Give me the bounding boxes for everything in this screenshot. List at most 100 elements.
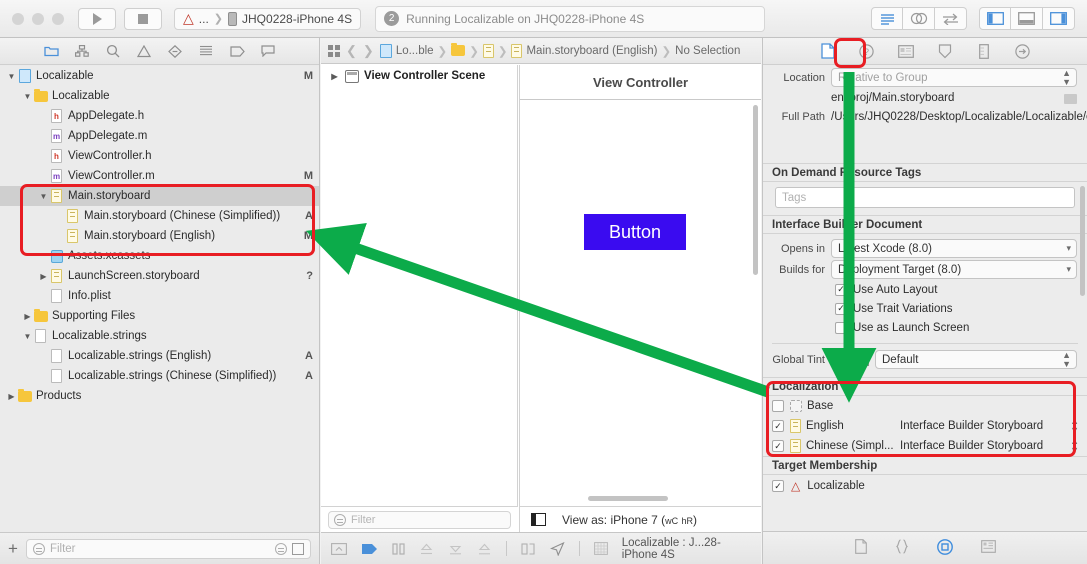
stepper-arrows-icon[interactable]: ▲ ▼ [1070,437,1079,455]
file-tree-row[interactable]: ▶m AppDelegate.m [0,126,319,146]
activity-status-bar[interactable]: 2 Running Localizable on JHQ0228-iPhone … [375,5,766,32]
code-snippet-library-icon[interactable] [895,539,909,557]
find-navigator-tab[interactable] [104,42,122,60]
localization-checkbox[interactable]: ✓ [772,420,784,432]
checkbox[interactable]: ✓ [835,283,847,296]
disclosure-triangle-icon[interactable]: ▼ [6,72,17,81]
related-items-icon[interactable] [328,44,340,57]
storyboard-icon[interactable] [482,43,494,58]
localization-type-value[interactable]: Interface Builder Storyboard [900,420,1064,432]
location-popup[interactable]: Relative to Group ▲ ▼ [831,68,1077,87]
forward-button[interactable]: ❯ [363,43,374,59]
report-navigator-tab[interactable] [259,42,277,60]
file-tree-row[interactable]: ▶ Localizable.strings (English) A [0,346,319,366]
builds-for-popup[interactable]: Deployment Target (8.0) ▾ [831,260,1077,279]
debug-navigator-tab[interactable] [197,42,215,60]
ib-document-checkbox-row[interactable]: ✓ Use Trait Variations [763,299,1087,318]
size-inspector-tab[interactable] [975,43,992,60]
localization-row[interactable]: ✓ English Interface Builder Storyboard ▲ ▼ [763,416,1087,436]
test-navigator-tab[interactable] [166,42,184,60]
target-membership-row[interactable]: ✓ △ Localizable [763,475,1087,493]
toggle-navigator-button[interactable] [979,7,1011,30]
project-file-tree[interactable]: ▼LocalizableM▼Localizable▶hAppDelegate.h… [0,66,319,532]
connections-inspector-tab[interactable] [1014,43,1031,60]
file-tree-row[interactable]: ▶ LaunchScreen.storyboard? [0,266,319,286]
odr-tags-input[interactable]: Tags [775,187,1075,208]
outline-filter-input[interactable]: Filter [328,510,511,529]
issue-navigator-tab[interactable] [135,42,153,60]
checkbox[interactable]: ✓ [835,321,847,334]
minimize-button[interactable] [32,12,44,25]
disclosure-triangle-icon[interactable]: ▶ [329,72,340,81]
canvas-vertical-scrollbar[interactable] [753,105,758,275]
continue-execution-icon[interactable] [361,543,378,555]
hide-debug-area-icon[interactable] [331,542,347,555]
file-tree-row[interactable]: ▶ Assets.xcassets [0,246,319,266]
breadcrumb[interactable]: Lo...ble ❯ ❯ ❯ Main.storyboard (English)… [379,43,740,58]
folder-icon[interactable] [451,45,466,56]
file-tree-row[interactable]: ▶ Localizable.strings (Chinese (Simplifie… [0,366,319,386]
ib-document-checkbox-row[interactable]: ✓ Use as Launch Screen [763,318,1087,337]
file-tree-row[interactable]: ▼ Main.storyboard [0,186,319,206]
assistant-editor-button[interactable] [903,7,935,30]
navigator-filter-input[interactable]: Filter [25,538,311,559]
global-tint-swatch[interactable] [831,353,869,366]
view-debug-hierarchy-icon[interactable] [521,542,536,555]
step-into-icon[interactable] [448,543,463,555]
disclosure-triangle-icon[interactable]: ▼ [38,192,49,201]
interface-builder-canvas[interactable]: View Controller Button [519,65,761,506]
disclosure-triangle-icon[interactable]: ▼ [22,332,33,341]
disclosure-triangle-icon[interactable]: ▼ [22,92,33,101]
toggle-debug-area-button[interactable] [1011,7,1043,30]
canvas-horizontal-scrollbar[interactable] [588,496,668,501]
add-file-button[interactable]: + [8,540,18,557]
pause-icon[interactable] [392,542,405,555]
file-tree-row[interactable]: ▶m ViewController.m M [0,166,319,186]
file-tree-row[interactable]: ▶h AppDelegate.h [0,106,319,126]
close-button[interactable] [12,12,24,25]
device-variations-icon[interactable] [531,513,546,526]
localization-row[interactable]: ✓ ✓ Base [763,396,1087,416]
outline-scene-row[interactable]: ▶ View Controller Scene [321,65,517,87]
checkbox[interactable]: ✓ [835,302,847,315]
step-over-icon[interactable] [419,543,434,555]
storyboard-button[interactable]: Button [584,214,686,250]
file-tree-row[interactable]: ▶ Info.plist [0,286,319,306]
version-editor-button[interactable] [935,7,967,30]
run-button[interactable] [78,7,116,30]
quick-help-inspector-tab[interactable]: ? [858,43,875,60]
file-tree-row[interactable]: ▼ Localizable M [0,66,319,86]
file-tree-row[interactable]: ▼ Localizable [0,86,319,106]
file-tree-row[interactable]: ▶ Main.storyboard (Chinese (Simplified)) A [0,206,319,226]
media-library-icon[interactable] [980,540,996,556]
localization-checkbox[interactable]: ✓ [772,440,784,452]
breadcrumb-item-3[interactable]: Main.storyboard (English) [526,45,657,57]
global-tint-popup[interactable]: Default ▲ ▼ [875,350,1077,369]
breakpoint-navigator-tab[interactable] [228,42,246,60]
source-control-filter-icon[interactable] [292,542,304,555]
standard-editor-button[interactable] [871,7,903,30]
disclosure-triangle-icon[interactable]: ▶ [22,312,33,321]
attributes-inspector-tab[interactable] [936,43,953,60]
project-navigator-tab[interactable] [42,42,60,60]
choose-folder-icon[interactable] [1064,93,1077,104]
breadcrumb-item-4[interactable]: No Selection [675,45,740,57]
object-library-icon[interactable] [936,538,953,558]
file-tree-row[interactable]: ▶ Products [0,386,319,406]
file-tree-row[interactable]: ▶ Supporting Files [0,306,319,326]
ib-document-checkbox-row[interactable]: ✓ Use Auto Layout [763,280,1087,299]
simulate-location-icon[interactable] [549,541,565,556]
localization-row[interactable]: ✓ Chinese (Simpl... Interface Builder Stor… [763,436,1087,456]
identity-inspector-tab[interactable] [897,43,914,60]
file-tree-row[interactable]: ▶ Main.storyboard (English) M [0,226,319,246]
stop-button[interactable] [124,7,162,30]
inspector-scrollbar[interactable] [1080,186,1085,296]
disclosure-triangle-icon[interactable]: ▶ [38,272,49,281]
toggle-utilities-button[interactable] [1043,7,1075,30]
file-template-library-icon[interactable] [854,539,867,557]
file-tree-row[interactable]: ▶h ViewController.h [0,146,319,166]
file-tree-row[interactable]: ▼ Localizable.strings [0,326,319,346]
back-button[interactable]: ❮ [346,43,357,59]
zoom-button[interactable] [52,12,64,25]
disclosure-triangle-icon[interactable]: ▶ [6,392,17,401]
